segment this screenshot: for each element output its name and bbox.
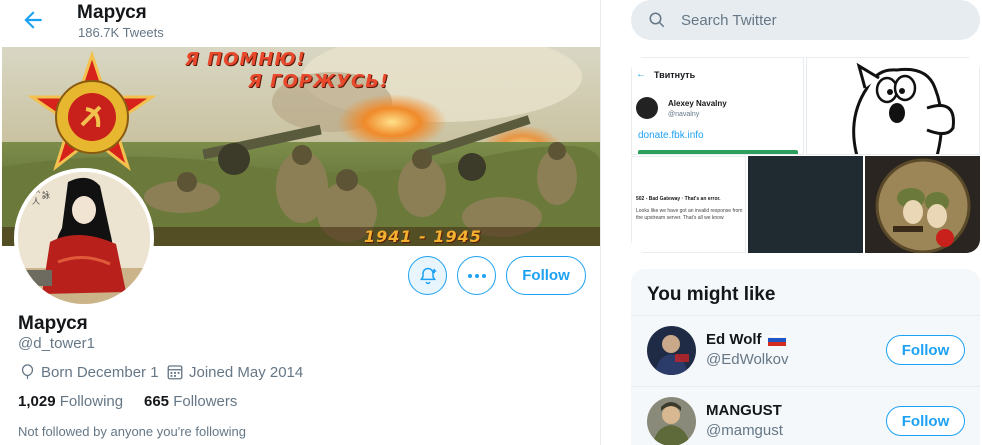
header-tweet-count: 186.7K Tweets (78, 25, 164, 40)
birthday-info: Born December 1 (19, 363, 159, 381)
cartoon-cat-image (807, 58, 979, 154)
media-tile-3[interactable]: 502 - Bad Gateway · That's an error. Loo… (631, 156, 746, 253)
suggested-user-name: Ed Wolf (706, 331, 762, 348)
followed-by-info: Not followed by anyone you're following (18, 424, 246, 439)
avatar-image: 歌人詠 (18, 172, 150, 304)
following-label: Following (59, 393, 124, 410)
suggested-user-name: MANGUST (706, 402, 782, 419)
russian-flag-icon (767, 333, 786, 346)
banner-text-line1: Я ПОМНЮ! (185, 49, 306, 70)
suggested-user[interactable]: MANGUST @mamgust Follow (631, 386, 980, 445)
who-to-follow-title: You might like (647, 284, 776, 305)
banner-text-line2: Я ГОРЖУСЬ! (248, 71, 390, 92)
birthday-text: Born December 1 (41, 363, 159, 381)
media-tile-error-body: Looks like we have got an invalid respon… (636, 208, 743, 221)
following-count: 1,029 (18, 393, 56, 410)
media-tile-header: Твитнуть (654, 70, 696, 80)
embroidered-patch-image (865, 156, 980, 253)
suggested-user-name-row: Ed Wolf (706, 331, 786, 348)
svg-text:詠: 詠 (42, 190, 50, 200)
notifications-button[interactable] (408, 256, 447, 295)
media-tile-banner (638, 150, 798, 154)
balloon-icon (21, 364, 34, 380)
suggested-user-handle: @mamgust (706, 422, 783, 439)
more-options-button[interactable] (457, 256, 496, 295)
notification-bell-plus-icon (419, 267, 436, 284)
media-tile-link: donate.fbk.info (638, 130, 704, 141)
suggested-user-handle: @EdWolkov (706, 351, 789, 368)
suggested-user-name-row: MANGUST (706, 402, 782, 419)
banner-text-years: 1941 - 1945 (364, 227, 482, 246)
follow-button[interactable]: Follow (886, 406, 965, 436)
followers-count-link[interactable]: 665 Followers (144, 393, 237, 410)
back-button[interactable] (20, 7, 46, 33)
calendar-icon (167, 365, 183, 380)
media-tile-handle: @navalny (668, 111, 700, 118)
profile-avatar[interactable]: 歌人詠 (14, 168, 154, 308)
follow-button[interactable]: Follow (506, 256, 586, 295)
follow-button[interactable]: Follow (886, 335, 965, 365)
search-placeholder: Search Twitter (681, 11, 777, 29)
back-arrow-icon: ← (636, 69, 646, 80)
media-tile-2[interactable] (806, 57, 980, 155)
profile-media-grid: ← Твитнуть Alexey Navalny @navalny donat… (631, 57, 980, 253)
media-tile-4[interactable] (748, 156, 863, 253)
following-count-link[interactable]: 1,029 Following (18, 393, 123, 410)
avatar (647, 326, 696, 375)
search-input[interactable]: Search Twitter (631, 0, 980, 40)
joined-text: Joined May 2014 (189, 363, 304, 381)
followers-count: 665 (144, 393, 170, 410)
joined-info: Joined May 2014 (166, 363, 303, 381)
back-arrow-icon (24, 11, 42, 29)
media-tile-1[interactable]: ← Твитнуть Alexey Navalny @navalny donat… (631, 57, 804, 155)
search-icon (649, 12, 665, 28)
suggested-user[interactable]: Ed Wolf @EdWolkov Follow (631, 316, 980, 386)
svg-text:人: 人 (32, 197, 40, 206)
profile-header-bar: Маруся 186.7K Tweets (0, 0, 600, 47)
media-tile-name: Alexey Navalny (668, 99, 727, 108)
header-title: Маруся (77, 2, 147, 23)
media-tile-error-title: 502 - Bad Gateway · That's an error. (636, 196, 721, 202)
followers-label: Followers (173, 393, 238, 410)
avatar (647, 397, 696, 445)
media-tile-5[interactable] (865, 156, 980, 253)
avatar (636, 97, 658, 119)
who-to-follow-panel: You might like Ed Wolf @EdWolkov Follow (631, 269, 980, 445)
profile-name: Маруся (18, 313, 88, 334)
profile-handle: @d_tower1 (18, 335, 95, 352)
profile-column: Маруся 186.7K Tweets Я ПОМНЮ! Я ГОРЖУСЬ!… (0, 0, 601, 445)
more-dots-icon (467, 273, 486, 278)
